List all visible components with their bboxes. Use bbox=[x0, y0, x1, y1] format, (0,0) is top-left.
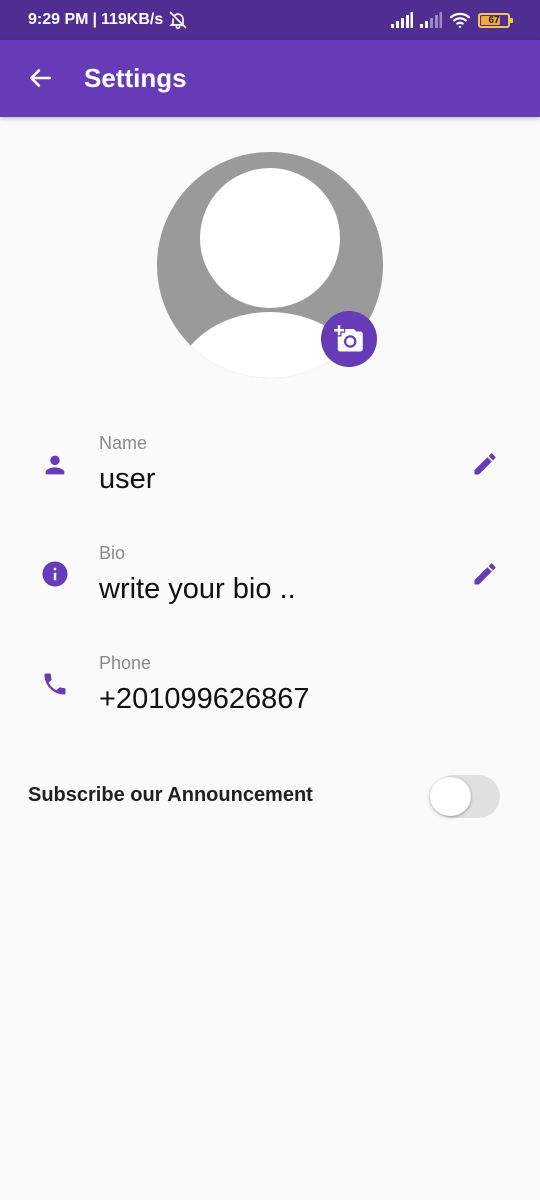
signal-icon bbox=[391, 12, 413, 28]
add-a-photo-icon bbox=[334, 325, 363, 352]
subscribe-label: Subscribe our Announcement bbox=[28, 784, 313, 806]
edit-name-button[interactable] bbox=[468, 447, 502, 481]
alarm-off-icon bbox=[169, 11, 187, 30]
signal-weak-icon bbox=[420, 12, 442, 28]
avatar-head bbox=[200, 168, 340, 308]
status-right: 67 bbox=[391, 0, 513, 40]
status-speed: 119KB/s bbox=[100, 11, 164, 28]
edit-bio-button[interactable] bbox=[468, 557, 502, 591]
arrow-back-icon bbox=[30, 69, 52, 87]
status-bar: 9:29 PM | 119KB/s 67 bbox=[0, 0, 540, 40]
info-icon bbox=[40, 559, 70, 589]
back-button[interactable] bbox=[22, 60, 58, 96]
subscribe-toggle[interactable] bbox=[430, 775, 500, 818]
person-icon bbox=[40, 450, 70, 480]
app-bar: Settings bbox=[0, 40, 540, 117]
status-left: 9:29 PM | 119KB/s bbox=[28, 0, 188, 40]
bio-label: Bio bbox=[99, 543, 126, 563]
wifi-icon bbox=[449, 12, 471, 28]
status-time: 9:29 PM bbox=[28, 11, 89, 28]
edit-icon bbox=[474, 453, 496, 475]
name-value: user bbox=[99, 463, 156, 495]
status-separator: | bbox=[92, 11, 97, 28]
phone-value: +201099626867 bbox=[99, 683, 310, 715]
change-photo-button[interactable] bbox=[321, 311, 377, 367]
toggle-thumb bbox=[430, 777, 471, 816]
phone-label: Phone bbox=[99, 653, 152, 673]
page-title: Settings bbox=[84, 63, 187, 93]
phone-icon bbox=[40, 669, 70, 699]
battery-level: 67 bbox=[488, 14, 500, 26]
name-label: Name bbox=[99, 433, 148, 453]
bio-value: write your bio .. bbox=[99, 573, 296, 605]
edit-icon bbox=[474, 563, 496, 585]
battery-icon: 67 bbox=[478, 12, 513, 28]
